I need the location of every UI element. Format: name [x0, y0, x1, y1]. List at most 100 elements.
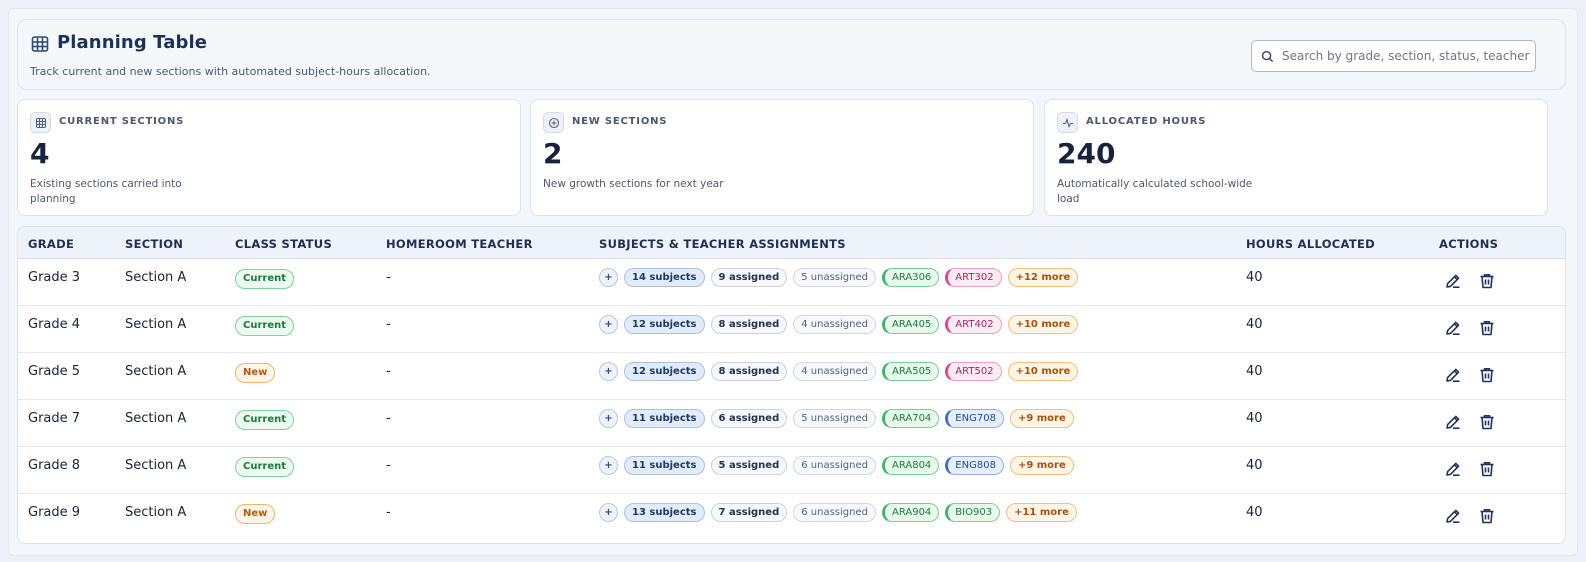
status-badge: Current: [235, 269, 295, 289]
hours-cell: 40: [1246, 411, 1263, 426]
more-subjects-chip[interactable]: +10 more: [1007, 362, 1079, 381]
trash-icon[interactable]: [1478, 413, 1496, 431]
subject-code-chip[interactable]: BIO903: [945, 503, 1001, 522]
homeroom-teacher-cell: -: [386, 364, 391, 379]
pencil-icon[interactable]: [1444, 460, 1462, 478]
add-subject-button[interactable]: +: [599, 503, 618, 522]
column-header-actions: ACTIONS: [1439, 237, 1499, 251]
subject-code-chip[interactable]: ART502: [945, 362, 1002, 381]
stat-label: ALLOCATED HOURS: [1086, 116, 1207, 127]
add-subject-button[interactable]: +: [599, 362, 618, 381]
table-row[interactable]: Grade 5 Section A New - + 12 subjects 8 …: [18, 353, 1565, 400]
column-header-status[interactable]: CLASS STATUS: [235, 237, 332, 251]
unassigned-count-chip: 4 unassigned: [793, 315, 876, 334]
more-subjects-chip[interactable]: +9 more: [1009, 456, 1074, 475]
trash-icon[interactable]: [1478, 366, 1496, 384]
more-subjects-chip[interactable]: +12 more: [1007, 268, 1079, 287]
column-header-teacher[interactable]: HOMEROOM TEACHER: [386, 237, 533, 251]
table-icon: [30, 112, 51, 133]
subjects-count-chip[interactable]: 12 subjects: [624, 362, 705, 381]
subject-code-chip[interactable]: ARA306: [881, 268, 940, 287]
status-badge: Current: [235, 457, 295, 477]
subject-assignments: + 12 subjects 8 assigned 4 unassigned AR…: [599, 315, 1079, 334]
trash-icon[interactable]: [1478, 319, 1496, 337]
hours-cell: 40: [1246, 364, 1263, 379]
page-subtitle: Track current and new sections with auto…: [30, 65, 431, 78]
subject-code-chip[interactable]: ARA704: [881, 409, 940, 428]
unassigned-count-chip: 5 unassigned: [793, 409, 876, 428]
pencil-icon[interactable]: [1444, 413, 1462, 431]
homeroom-teacher-cell: -: [386, 458, 391, 473]
hours-cell: 40: [1246, 270, 1263, 285]
subject-assignments: + 11 subjects 6 assigned 5 unassigned AR…: [599, 409, 1074, 428]
stat-description: Automatically calculated school-wide loa…: [1057, 178, 1253, 205]
stat-description: Existing sections carried into planning: [30, 178, 182, 205]
subject-code-chip[interactable]: ARA405: [881, 315, 940, 334]
assigned-count-chip: 9 assigned: [710, 268, 788, 287]
subject-code-chip[interactable]: ENG808: [945, 456, 1004, 475]
table-icon: [31, 36, 49, 52]
grade-cell: Grade 7: [28, 411, 81, 426]
search-box[interactable]: [1251, 40, 1536, 72]
planning-table: GRADE SECTION CLASS STATUS HOMEROOM TEAC…: [17, 226, 1566, 544]
table-row[interactable]: Grade 7 Section A Current - + 11 subject…: [18, 400, 1565, 447]
pencil-icon[interactable]: [1444, 366, 1462, 384]
table-row[interactable]: Grade 9 Section A New - + 13 subjects 7 …: [18, 494, 1565, 541]
section-cell: Section A: [125, 505, 187, 520]
page-header: Planning Table Track current and new sec…: [17, 19, 1566, 90]
subjects-count-chip[interactable]: 12 subjects: [624, 315, 705, 334]
stat-description: New growth sections for next year: [543, 178, 724, 190]
stat-value: 240: [1057, 137, 1116, 170]
add-subject-button[interactable]: +: [599, 456, 618, 475]
pencil-icon[interactable]: [1444, 507, 1462, 525]
table-row[interactable]: Grade 8 Section A Current - + 11 subject…: [18, 447, 1565, 494]
table-header: GRADE SECTION CLASS STATUS HOMEROOM TEAC…: [18, 227, 1565, 259]
more-subjects-chip[interactable]: +10 more: [1007, 315, 1079, 334]
homeroom-teacher-cell: -: [386, 411, 391, 426]
column-header-hours[interactable]: HOURS ALLOCATED: [1246, 237, 1375, 251]
add-subject-button[interactable]: +: [599, 409, 618, 428]
subject-code-chip[interactable]: ART402: [945, 315, 1002, 334]
add-subject-button[interactable]: +: [599, 268, 618, 287]
subjects-count-chip[interactable]: 14 subjects: [624, 268, 705, 287]
subject-code-chip[interactable]: ARA804: [881, 456, 940, 475]
more-subjects-chip[interactable]: +11 more: [1006, 503, 1077, 522]
add-subject-button[interactable]: +: [599, 315, 618, 334]
stat-card-current-sections: CURRENT SECTIONS 4 Existing sections car…: [17, 99, 521, 216]
column-header-grade[interactable]: GRADE: [28, 237, 74, 251]
trash-icon[interactable]: [1478, 460, 1496, 478]
assigned-count-chip: 8 assigned: [710, 315, 788, 334]
section-cell: Section A: [125, 364, 187, 379]
trash-icon[interactable]: [1478, 507, 1496, 525]
column-header-section[interactable]: SECTION: [125, 237, 183, 251]
subject-code-chip[interactable]: ART302: [945, 268, 1002, 287]
section-cell: Section A: [125, 270, 187, 285]
status-badge: New: [235, 504, 276, 524]
trash-icon[interactable]: [1478, 272, 1496, 290]
page-title: Planning Table: [57, 32, 208, 53]
subject-code-chip[interactable]: ARA904: [881, 503, 940, 522]
column-header-subjects[interactable]: SUBJECTS & TEACHER ASSIGNMENTS: [599, 237, 846, 251]
table-row[interactable]: Grade 3 Section A Current - + 14 subject…: [18, 259, 1565, 306]
assigned-count-chip: 5 assigned: [710, 456, 788, 475]
pencil-icon[interactable]: [1444, 319, 1462, 337]
subjects-count-chip[interactable]: 11 subjects: [624, 456, 705, 475]
assigned-count-chip: 7 assigned: [710, 503, 788, 522]
app-frame: Planning Table Track current and new sec…: [8, 8, 1578, 556]
subject-code-chip[interactable]: ARA505: [881, 362, 940, 381]
subjects-count-chip[interactable]: 13 subjects: [624, 503, 705, 522]
subject-code-chip[interactable]: ENG708: [945, 409, 1004, 428]
more-subjects-chip[interactable]: +9 more: [1009, 409, 1074, 428]
table-row[interactable]: Grade 4 Section A Current - + 12 subject…: [18, 306, 1565, 353]
homeroom-teacher-cell: -: [386, 317, 391, 332]
status-badge: Current: [235, 410, 295, 430]
stat-card-new-sections: NEW SECTIONS 2 New growth sections for n…: [530, 99, 1034, 216]
search-input[interactable]: [1282, 42, 1530, 70]
unassigned-count-chip: 4 unassigned: [793, 362, 876, 381]
section-cell: Section A: [125, 317, 187, 332]
homeroom-teacher-cell: -: [386, 270, 391, 285]
plus-circle-icon: [543, 112, 564, 133]
subjects-count-chip[interactable]: 11 subjects: [624, 409, 705, 428]
status-badge: Current: [235, 316, 295, 336]
pencil-icon[interactable]: [1444, 272, 1462, 290]
